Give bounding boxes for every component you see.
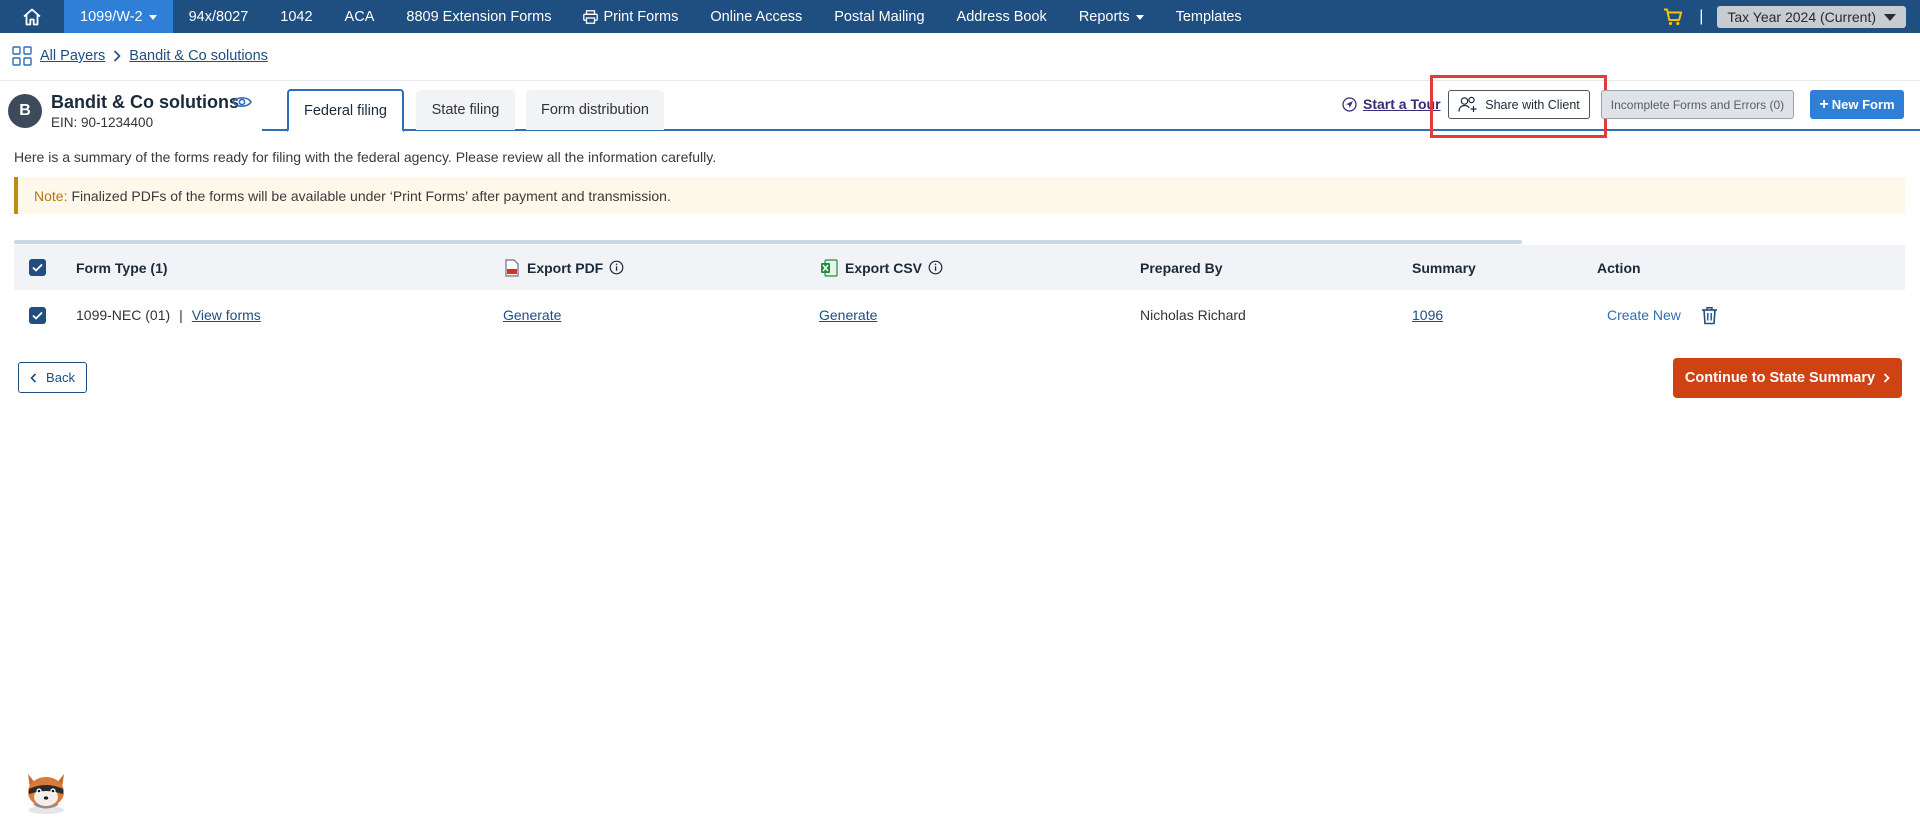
header-divider — [0, 80, 1920, 81]
export-pdf-generate-link[interactable]: Generate — [503, 295, 561, 335]
breadcrumb-all-payers[interactable]: All Payers — [40, 48, 105, 64]
chevron-down-icon — [148, 15, 157, 20]
row-checkbox[interactable] — [29, 295, 46, 335]
payer-name: Bandit & Co solutions — [51, 92, 239, 112]
note-text: Finalized PDFs of the forms will be avai… — [71, 187, 671, 204]
chevron-down-icon — [1884, 14, 1896, 21]
payer-avatar: B — [8, 94, 42, 128]
tab-federal-filing[interactable]: Federal filing — [287, 89, 404, 132]
nav-address-book[interactable]: Address Book — [941, 0, 1063, 33]
home-button[interactable] — [0, 0, 64, 33]
header-checkbox[interactable] — [29, 245, 46, 290]
nav-1042[interactable]: 1042 — [264, 0, 328, 33]
back-button[interactable]: Back — [18, 362, 87, 393]
summary-1096-link[interactable]: 1096 — [1412, 295, 1443, 335]
summary-description: Here is a summary of the forms ready for… — [14, 149, 717, 165]
prepared-by-value: Nicholas Richard — [1140, 307, 1246, 323]
export-csv-generate-link[interactable]: Generate — [819, 295, 877, 335]
navigation-icon — [1342, 96, 1357, 112]
note-banner: Note: Finalized PDFs of the forms will b… — [14, 177, 1905, 214]
check-icon — [32, 311, 43, 320]
printer-icon — [583, 9, 599, 24]
table-scrollbar[interactable] — [14, 240, 1522, 244]
nav-templates[interactable]: Templates — [1160, 0, 1258, 33]
cart-button[interactable] — [1663, 8, 1683, 26]
excel-file-icon — [821, 258, 838, 277]
highlight-box — [1430, 75, 1607, 138]
nav-94x-8027[interactable]: 94x/8027 — [173, 0, 265, 33]
header-form-type: Form Type (1) — [76, 259, 168, 276]
chevron-right-icon — [114, 50, 121, 62]
create-new-link[interactable]: Create New — [1607, 295, 1681, 335]
nav-right-group: | Tax Year 2024 (Current) — [1663, 0, 1920, 33]
table-row-form-type: 1099-NEC (01) | View forms — [76, 295, 261, 335]
tab-state-filing[interactable]: State filing — [416, 90, 515, 130]
note-label: Note: — [34, 187, 68, 204]
delete-button[interactable] — [1701, 295, 1718, 335]
top-nav-bar: 1099/W-2 94x/8027 1042 ACA 8809 Extensio… — [0, 0, 1920, 33]
info-icon[interactable] — [609, 260, 624, 275]
start-tour-link[interactable]: Start a Tour — [1342, 96, 1441, 112]
pdf-file-icon — [505, 258, 519, 277]
header-summary: Summary — [1412, 259, 1476, 276]
header-export-csv: Export CSV — [820, 245, 943, 290]
chevron-right-icon — [1883, 373, 1890, 383]
check-icon — [32, 263, 43, 272]
plus-icon: + — [1819, 95, 1829, 113]
chevron-down-icon — [1135, 15, 1144, 20]
incomplete-forms-errors-button[interactable]: Incomplete Forms and Errors (0) — [1601, 90, 1794, 119]
breadcrumb: All Payers Bandit & Co solutions — [12, 45, 268, 67]
payer-ein: EIN: 90-1234400 — [51, 115, 154, 130]
header-action: Action — [1597, 259, 1641, 276]
nav-aca[interactable]: ACA — [329, 0, 391, 33]
mascot-chat-icon[interactable] — [20, 764, 72, 816]
nav-reports[interactable]: Reports — [1063, 0, 1160, 33]
header-export-pdf: Export PDF — [504, 245, 624, 290]
form-type-value: 1099-NEC (01) — [76, 307, 171, 323]
tax-year-select[interactable]: Tax Year 2024 (Current) — [1717, 5, 1906, 28]
home-icon — [23, 8, 41, 25]
nav-1099-w2[interactable]: 1099/W-2 — [64, 0, 173, 33]
info-icon[interactable] — [928, 260, 943, 275]
chevron-left-icon — [30, 372, 37, 383]
header-prepared-by: Prepared By — [1140, 259, 1223, 276]
nav-print-forms[interactable]: Print Forms — [567, 0, 694, 33]
grid-icon — [12, 46, 32, 66]
view-forms-link[interactable]: View forms — [192, 307, 261, 323]
nav-postal-mailing[interactable]: Postal Mailing — [818, 0, 940, 33]
continue-to-state-summary-button[interactable]: Continue to State Summary — [1673, 358, 1902, 398]
breadcrumb-payer[interactable]: Bandit & Co solutions — [129, 48, 268, 64]
new-form-button[interactable]: + New Form — [1810, 90, 1904, 119]
nav-separator: | — [1699, 7, 1704, 25]
row-divider: | — [179, 307, 183, 323]
eye-icon[interactable] — [232, 94, 252, 110]
nav-online-access[interactable]: Online Access — [694, 0, 818, 33]
cart-icon — [1664, 8, 1683, 25]
tab-form-distribution[interactable]: Form distribution — [526, 90, 664, 130]
trash-icon — [1702, 306, 1717, 324]
nav-8809-extension-forms[interactable]: 8809 Extension Forms — [390, 0, 567, 33]
